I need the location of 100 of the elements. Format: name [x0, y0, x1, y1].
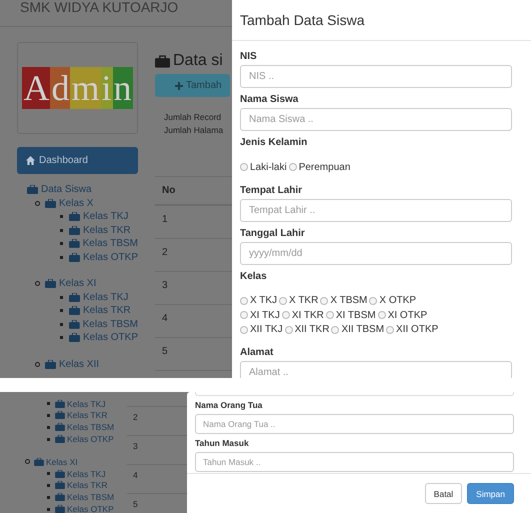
- radio-label[interactable]: XII TKR: [294, 324, 330, 336]
- record-info: Jumlah Record: [164, 111, 222, 124]
- radio-button[interactable]: [386, 326, 394, 334]
- briefcase-icon: [55, 493, 65, 502]
- bullet-icon: [47, 402, 50, 406]
- radio-button[interactable]: [279, 296, 288, 305]
- briefcase-icon: [55, 505, 65, 513]
- tree-link[interactable]: Kelas OTKP: [67, 504, 114, 513]
- briefcase-icon: [155, 54, 170, 68]
- radio-label[interactable]: X TKJ: [250, 295, 278, 306]
- table-cell: 3: [162, 280, 168, 291]
- radio-button[interactable]: [331, 326, 340, 334]
- radio-label[interactable]: X TKR: [289, 295, 318, 306]
- tree-link[interactable]: Kelas TBSM: [67, 422, 114, 432]
- radio-button[interactable]: [320, 296, 328, 305]
- input-field[interactable]: yyyy/mm/dd: [240, 242, 512, 264]
- radio-button[interactable]: [378, 311, 386, 320]
- tree-link[interactable]: Kelas XII: [59, 358, 100, 370]
- bullet-icon: [60, 309, 63, 312]
- radio-label[interactable]: XII TKJ: [250, 324, 283, 336]
- bullet-icon: [60, 336, 63, 340]
- logo-letter: m: [70, 67, 100, 109]
- tree-link[interactable]: Kelas TKR: [83, 305, 131, 316]
- tree-link[interactable]: Kelas TKJ: [67, 468, 106, 479]
- field-label: Nama Siswa: [240, 93, 300, 106]
- input-field[interactable]: NIS ..: [240, 65, 512, 88]
- tree-link[interactable]: Kelas TBSM: [82, 318, 138, 330]
- radio-label[interactable]: XI TKJ: [250, 310, 280, 321]
- tree-link[interactable]: Kelas XI: [46, 456, 78, 467]
- page-title: Data si: [173, 52, 223, 70]
- add-button[interactable]: Tambah: [155, 74, 230, 97]
- radio-label[interactable]: XII TBSM: [341, 324, 384, 336]
- logo-letter: A: [22, 67, 50, 109]
- bullet-icon: [47, 438, 50, 441]
- table-cell: 4: [133, 470, 138, 480]
- radio-button[interactable]: [240, 311, 248, 320]
- home-icon: [26, 156, 35, 165]
- radio-label[interactable]: XII OTKP: [396, 324, 438, 336]
- tree-link[interactable]: Kelas OTKP: [82, 332, 138, 344]
- briefcase-icon: [45, 198, 56, 208]
- radio-button[interactable]: [240, 326, 248, 334]
- tree-link[interactable]: Kelas OTKP: [67, 434, 114, 444]
- logo-letter: d: [50, 67, 70, 109]
- briefcase-icon: [34, 458, 44, 466]
- cancel-button[interactable]: Batal: [424, 483, 462, 504]
- briefcase-icon: [69, 212, 80, 222]
- input-field[interactable]: Nama Siswa ..: [240, 108, 512, 131]
- radio-label[interactable]: X OTKP: [379, 295, 416, 306]
- field-label: NIS: [240, 50, 258, 63]
- radio-label[interactable]: Laki-laki: [250, 162, 287, 173]
- logo-letter: n: [112, 67, 133, 109]
- bullet-icon: [60, 215, 63, 218]
- tree-link[interactable]: Kelas X: [59, 198, 94, 209]
- radio-button[interactable]: [369, 296, 378, 305]
- bullet-icon: [47, 484, 50, 487]
- radio-label[interactable]: XI TBSM: [336, 310, 376, 321]
- tree-link[interactable]: Kelas TKJ: [67, 398, 106, 409]
- bullet-icon: [47, 508, 50, 511]
- briefcase-icon: [55, 423, 65, 432]
- input-field[interactable]: Tahun Masuk ..: [195, 452, 514, 472]
- tree-link[interactable]: Kelas TKR: [83, 224, 131, 236]
- bullet-icon: [35, 362, 40, 367]
- input-field[interactable]: Nama Orang Tua ..: [195, 414, 514, 434]
- field-label: Tahun Masuk: [195, 438, 250, 449]
- tree-link[interactable]: Kelas XI: [59, 278, 96, 290]
- bullet-icon: [47, 426, 50, 429]
- bullet-icon: [35, 200, 40, 206]
- table-cell: 5: [162, 346, 168, 357]
- tree-link[interactable]: Kelas TKR: [67, 480, 108, 490]
- tree-link[interactable]: Kelas TKJ: [83, 292, 128, 303]
- save-button[interactable]: Simpan: [467, 483, 514, 504]
- input-field[interactable]: Alamat ..: [240, 361, 512, 378]
- radio-label[interactable]: X TBSM: [330, 295, 368, 306]
- table-cell: 1: [162, 214, 168, 225]
- briefcase-icon: [55, 400, 65, 408]
- tree-link[interactable]: Kelas TKR: [67, 410, 108, 420]
- column-header: No: [162, 185, 176, 196]
- radio-label[interactable]: Perempuan: [298, 162, 350, 173]
- tree-link[interactable]: Kelas TBSM: [67, 492, 114, 502]
- bullet-icon: [60, 256, 63, 259]
- dashboard-button[interactable]: Dashboard: [17, 147, 138, 174]
- tree-link[interactable]: Kelas TBSM: [82, 238, 138, 250]
- radio-button[interactable]: [284, 326, 293, 334]
- logo-letter: i: [100, 67, 113, 109]
- radio-button[interactable]: [240, 163, 248, 172]
- briefcase-icon: [27, 185, 38, 194]
- tree-link[interactable]: Kelas TKJ: [83, 211, 128, 222]
- bullet-icon: [47, 472, 50, 476]
- radio-button[interactable]: [288, 163, 297, 172]
- bullet-icon: [35, 281, 40, 286]
- record-info: Jumlah Halama: [164, 124, 224, 137]
- radio-button[interactable]: [326, 311, 334, 320]
- radio-label[interactable]: XI OTKP: [388, 310, 428, 321]
- radio-label[interactable]: XI TKR: [292, 310, 324, 321]
- tree-link[interactable]: Kelas OTKP: [82, 252, 138, 263]
- radio-button[interactable]: [240, 296, 248, 305]
- field-label: Nama Orang Tua: [195, 400, 264, 411]
- input-field[interactable]: Tempat Lahir ..: [240, 198, 512, 222]
- tree-link[interactable]: Data Siswa: [41, 184, 92, 196]
- radio-button[interactable]: [282, 311, 290, 320]
